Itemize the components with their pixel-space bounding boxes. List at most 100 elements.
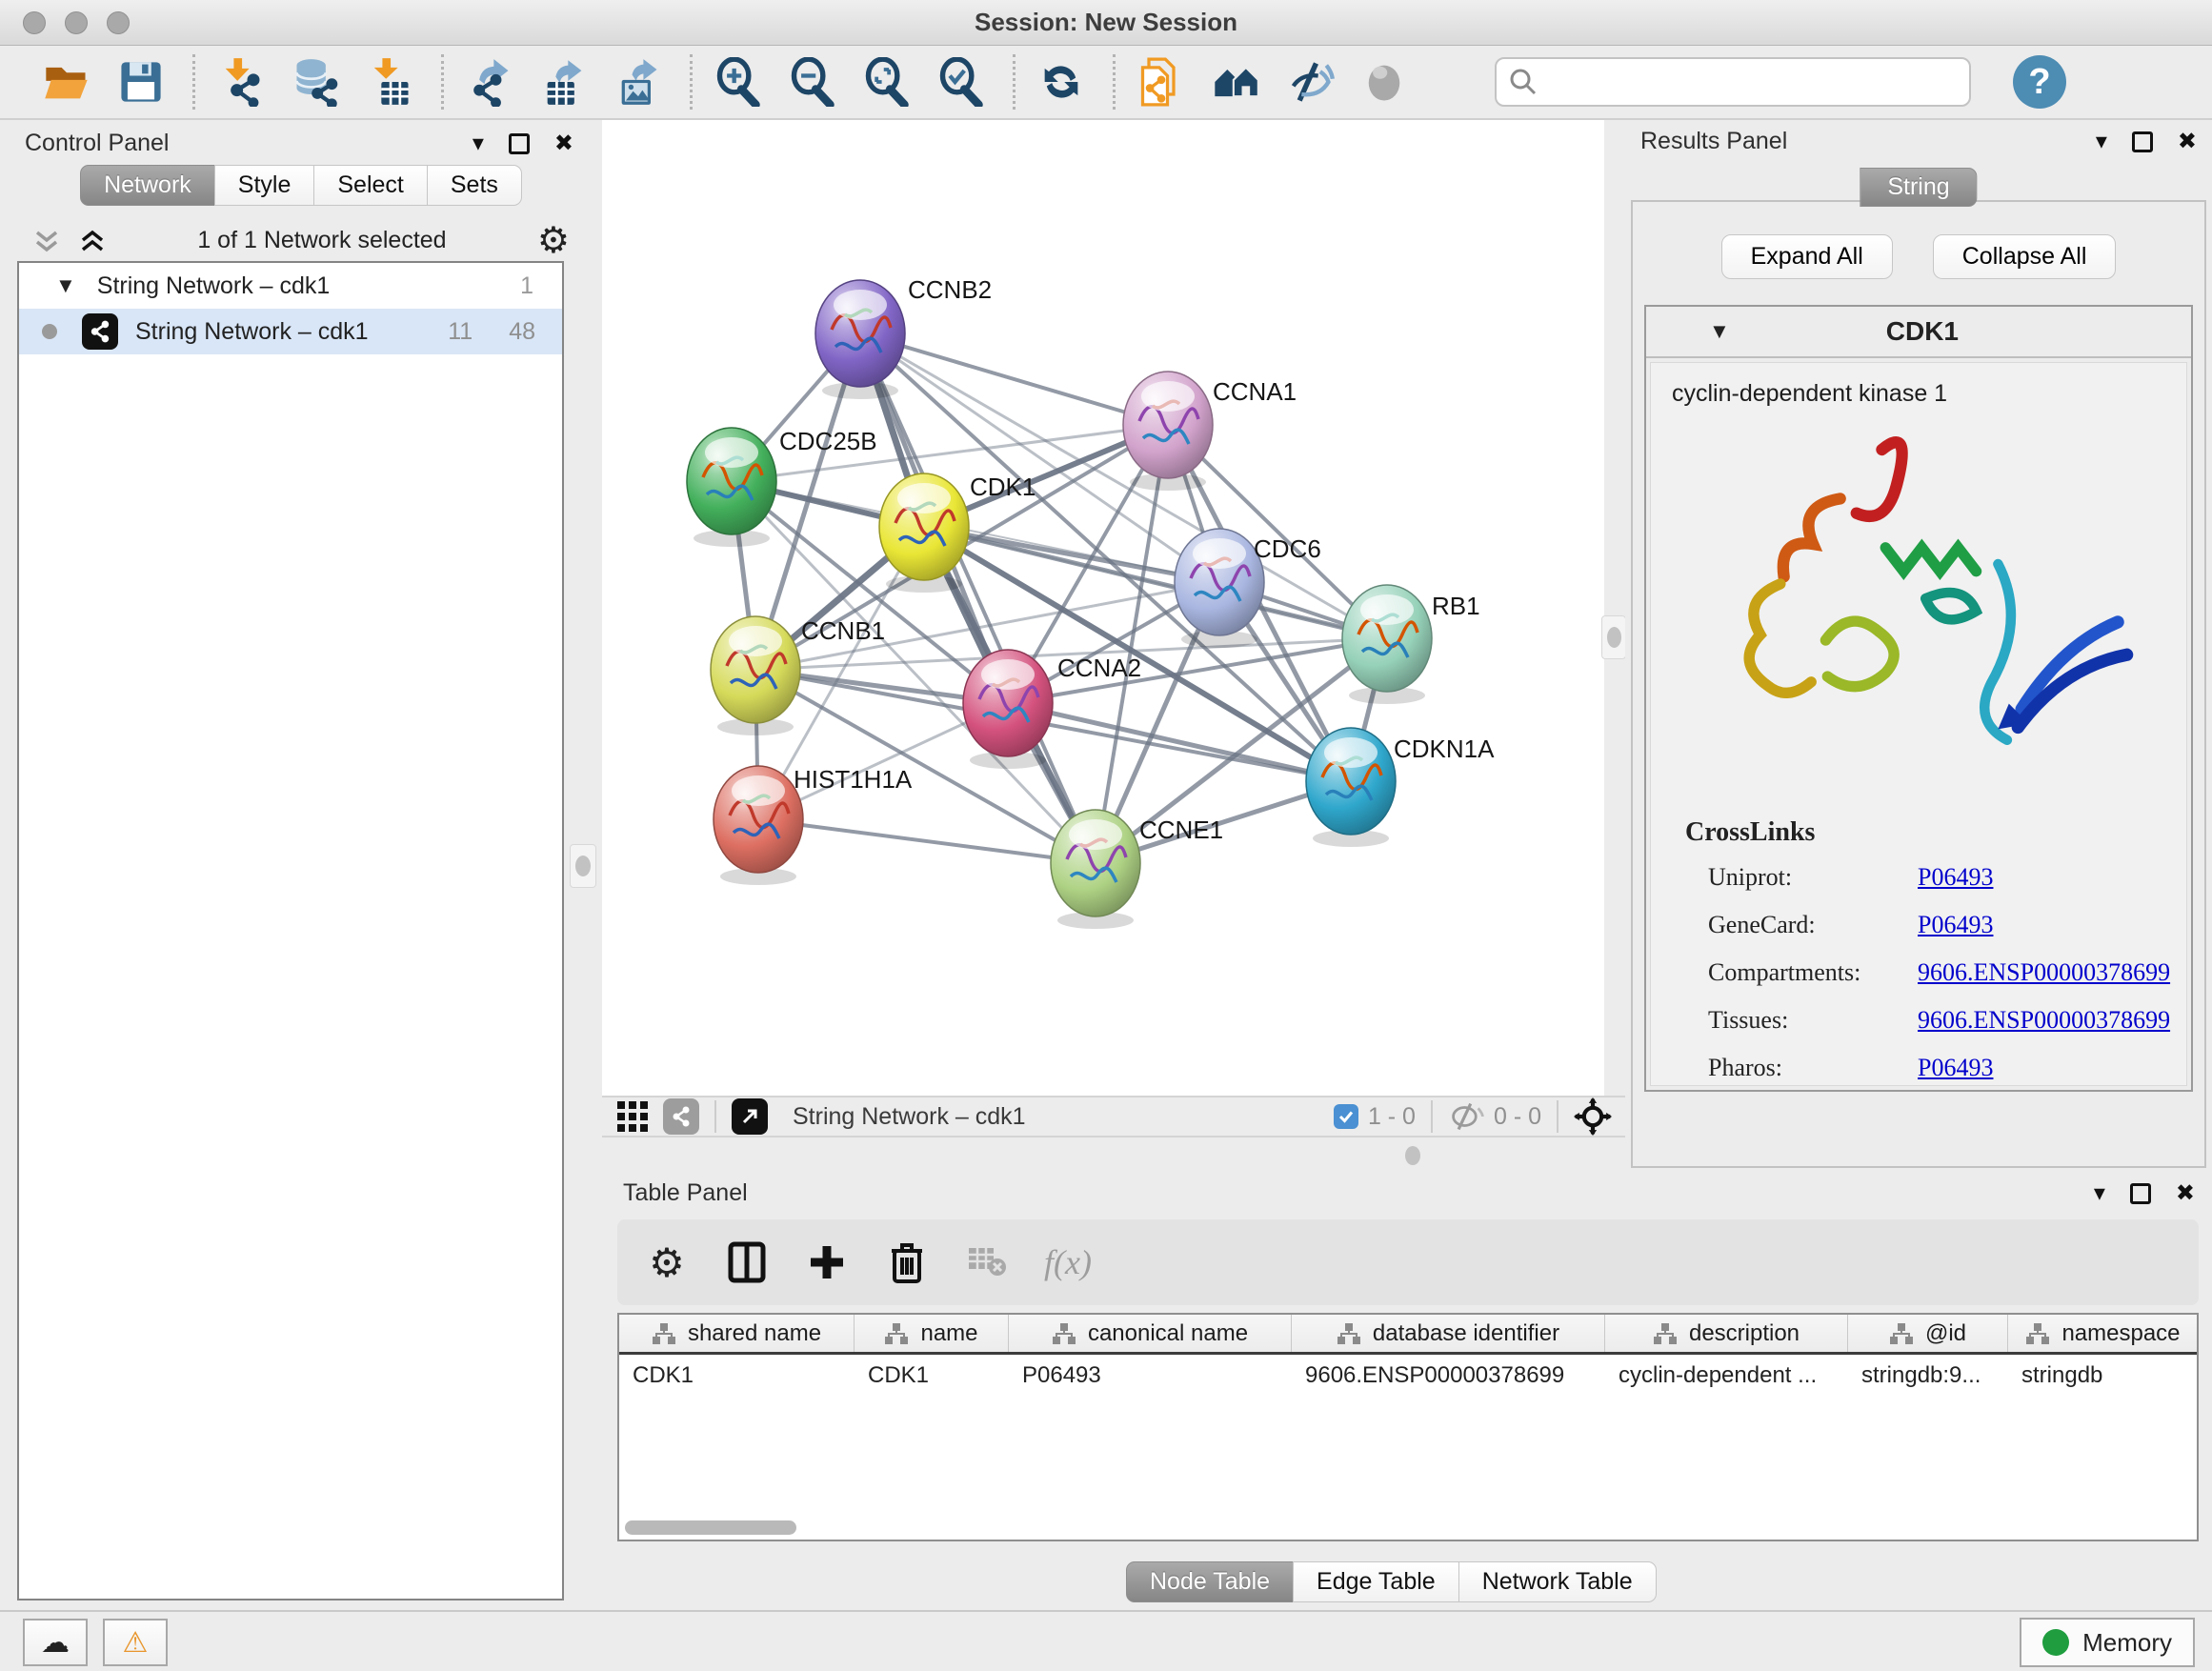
expand-all-tree-icon[interactable] [78, 227, 107, 255]
tab-string[interactable]: String [1860, 168, 1977, 207]
refresh-layout-button[interactable] [1031, 51, 1092, 112]
network-view-share-icon[interactable] [663, 1098, 699, 1135]
network-canvas[interactable]: CCNB2CCNA1CDC25BCDK1CDC6RB1CCNB1CCNA2CDK… [602, 120, 1604, 1096]
crosslink-link[interactable]: P06493 [1918, 863, 1993, 892]
network-node-HIST1H1A[interactable] [714, 766, 803, 885]
column-header-name[interactable]: name [855, 1315, 1009, 1352]
birds-eye-crosshair-icon[interactable] [1574, 1097, 1612, 1136]
zoom-window-button[interactable] [107, 11, 130, 34]
column-header-namespace[interactable]: namespace [2008, 1315, 2199, 1352]
column-header-description[interactable]: description [1605, 1315, 1848, 1352]
detach-view-button[interactable] [732, 1098, 768, 1135]
table-cell[interactable]: CDK1 [619, 1355, 855, 1397]
zoom-in-button[interactable] [708, 51, 769, 112]
string-import-button[interactable] [1131, 51, 1192, 112]
grid-view-icon[interactable] [615, 1099, 650, 1134]
table-cell[interactable]: stringdb:9... [1848, 1355, 2008, 1397]
column-header--id[interactable]: @id [1848, 1315, 2008, 1352]
panel-menu-icon[interactable]: ▾ [2094, 1179, 2105, 1207]
collapse-all-button[interactable]: Collapse All [1933, 234, 2117, 279]
warnings-button[interactable]: ⚠ [103, 1619, 168, 1666]
panel-menu-icon[interactable]: ▾ [2096, 128, 2107, 155]
crosslink-link[interactable]: 9606.ENSP00000378699 [1918, 958, 2170, 987]
column-header-shared-name[interactable]: shared name [619, 1315, 855, 1352]
table-horizontal-scrollbar[interactable] [625, 1520, 796, 1535]
cloud-status-button[interactable]: ☁ [23, 1619, 88, 1666]
tab-style[interactable]: Style [214, 165, 315, 206]
zoom-selected-button[interactable] [931, 51, 992, 112]
collection-caret-icon[interactable]: ▼ [55, 273, 76, 298]
table-cell[interactable]: 9606.ENSP00000378699 [1292, 1355, 1605, 1397]
close-panel-icon[interactable]: ✖ [2176, 1179, 2195, 1207]
float-panel-icon[interactable] [2130, 1183, 2151, 1204]
export-image-button[interactable] [608, 51, 669, 112]
open-session-button[interactable] [36, 51, 97, 112]
tab-network-table[interactable]: Network Table [1458, 1561, 1657, 1602]
delete-column-button[interactable] [884, 1239, 930, 1285]
horizontal-splitter-handle[interactable] [1400, 1143, 1425, 1168]
panel-menu-icon[interactable]: ▾ [473, 130, 484, 157]
function-builder-button[interactable]: f(x) [1044, 1242, 1092, 1282]
minimize-window-button[interactable] [65, 11, 88, 34]
network-node-CCNB1[interactable] [711, 616, 800, 735]
network-node-CCNA1[interactable] [1123, 372, 1213, 491]
tab-sets[interactable]: Sets [427, 165, 522, 206]
network-node-CCNE1[interactable] [1051, 810, 1140, 929]
hidden-eye-slash-icon[interactable] [1448, 1102, 1484, 1131]
close-panel-icon[interactable]: ✖ [2178, 128, 2197, 155]
table-cell[interactable]: stringdb [2008, 1355, 2199, 1397]
table-row[interactable]: CDK1CDK1P064939606.ENSP00000378699cyclin… [619, 1355, 2197, 1397]
export-network-button[interactable] [459, 51, 520, 112]
import-network-from-database-button[interactable] [285, 51, 346, 112]
crosslink-link[interactable]: 9606.ENSP00000378699 [1918, 1006, 2170, 1035]
expand-all-button[interactable]: Expand All [1721, 234, 1893, 279]
network-edge-CCNB2-CCNA1[interactable] [860, 333, 1168, 425]
tab-edge-table[interactable]: Edge Table [1293, 1561, 1459, 1602]
tab-network[interactable]: Network [80, 165, 215, 206]
network-node-CCNB2[interactable] [815, 280, 905, 399]
tab-node-table[interactable]: Node Table [1126, 1561, 1294, 1602]
show-columns-button[interactable] [724, 1239, 770, 1285]
zoom-out-button[interactable] [782, 51, 843, 112]
crosslink-link[interactable]: P06493 [1918, 911, 1993, 939]
network-options-gear-icon[interactable]: ⚙ [537, 219, 570, 262]
crosslink-link[interactable]: P06493 [1918, 1054, 1993, 1082]
add-column-button[interactable] [804, 1239, 850, 1285]
delete-table-button[interactable] [964, 1239, 1010, 1285]
details-caret-icon[interactable]: ▼ [1709, 319, 1730, 344]
node-details-header[interactable]: ▼ CDK1 [1646, 307, 2191, 358]
save-session-button[interactable] [111, 51, 171, 112]
toggle-visibility-button[interactable] [1279, 51, 1340, 112]
search-input[interactable] [1495, 57, 1971, 107]
network-row[interactable]: String Network – cdk1 11 48 [19, 309, 562, 354]
tab-select[interactable]: Select [313, 165, 427, 206]
table-cell[interactable]: P06493 [1009, 1355, 1292, 1397]
collapse-all-tree-icon[interactable] [32, 227, 61, 255]
network-collection-row[interactable]: ▼ String Network – cdk1 1 [19, 263, 562, 309]
selected-checkbox[interactable] [1334, 1104, 1358, 1129]
table-cell[interactable]: CDK1 [855, 1355, 1009, 1397]
network-edge-HIST1H1A-CCNE1[interactable] [758, 819, 1096, 863]
network-edge-CCNA2-CDKN1A[interactable] [1008, 703, 1351, 781]
float-panel-icon[interactable] [2132, 131, 2153, 152]
network-node-CDC25B[interactable] [687, 428, 776, 547]
import-network-button[interactable] [211, 51, 271, 112]
export-table-button[interactable] [533, 51, 594, 112]
close-panel-icon[interactable]: ✖ [554, 130, 573, 157]
preview-eye-button[interactable] [1354, 51, 1415, 112]
table-cell[interactable]: cyclin-dependent ... [1605, 1355, 1848, 1397]
left-splitter-handle[interactable] [570, 844, 596, 888]
home-networks-button[interactable] [1205, 51, 1266, 112]
close-window-button[interactable] [23, 11, 46, 34]
column-header-database-identifier[interactable]: database identifier [1292, 1315, 1605, 1352]
table-options-gear-icon[interactable]: ⚙ [644, 1239, 690, 1285]
column-header-canonical-name[interactable]: canonical name [1009, 1315, 1292, 1352]
float-panel-icon[interactable] [509, 133, 530, 154]
help-button[interactable]: ? [2013, 55, 2066, 109]
memory-button[interactable]: Memory [2020, 1618, 2195, 1667]
import-table-button[interactable] [359, 51, 420, 112]
right-splitter-handle[interactable] [1601, 615, 1626, 659]
network-node-CDKN1A[interactable] [1306, 728, 1396, 847]
network-node-RB1[interactable] [1342, 585, 1432, 704]
zoom-fit-button[interactable] [856, 51, 917, 112]
